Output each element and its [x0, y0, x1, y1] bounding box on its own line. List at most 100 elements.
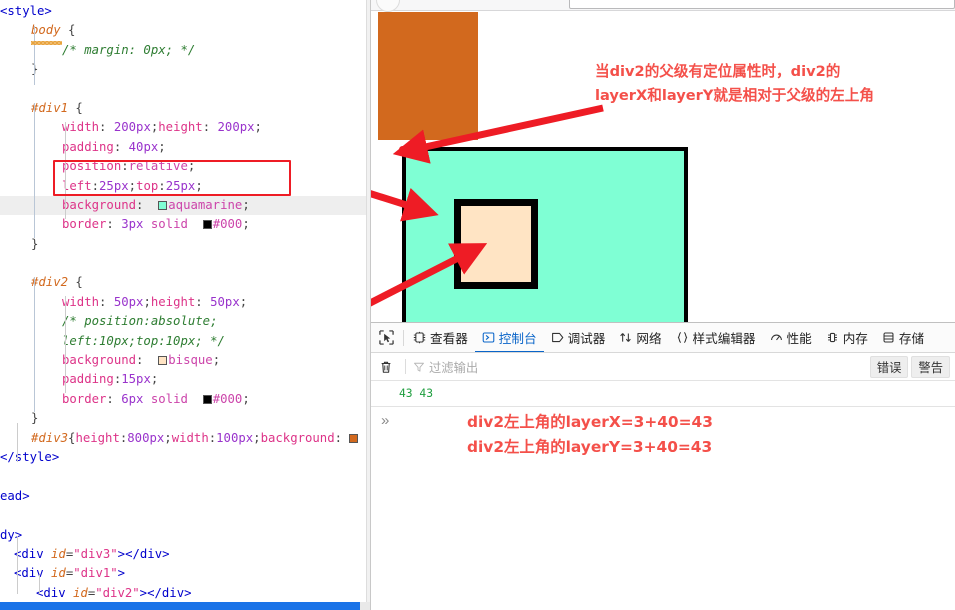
code-line: background: bisque; — [0, 351, 370, 370]
tab-debugger[interactable]: 调试器 — [544, 323, 613, 352]
code-token: <style> — [0, 4, 52, 18]
code-token: position — [62, 159, 122, 174]
code-token: <div — [36, 585, 74, 600]
code-token: : — [158, 178, 166, 193]
tab-storage-label: 存储 — [898, 332, 925, 346]
account-avatar-icon[interactable] — [376, 0, 400, 12]
code-line: /* position:absolute; — [0, 312, 370, 331]
element-picker-icon[interactable] — [371, 323, 401, 352]
console-toolbar: 过滤输出 错误 警告 — [371, 353, 955, 381]
code-line: dy> — [0, 526, 370, 545]
code-token: 50px — [113, 294, 144, 309]
code-token: bisque — [168, 353, 213, 368]
code-line: position:relative; — [0, 157, 370, 176]
code-token: height — [158, 120, 203, 135]
code-text-area[interactable]: <style> body {/* margin: 0px; */} #div1 {… — [0, 0, 370, 610]
warnings-filter-button[interactable]: 警告 — [911, 355, 950, 378]
tab-performance[interactable]: 性能 — [763, 323, 819, 352]
indent-guide — [39, 575, 40, 594]
code-token: { — [60, 23, 76, 38]
console-prompt-chevron-icon: » — [381, 411, 390, 429]
code-line: background: aquamarine; — [0, 195, 370, 216]
code-line: width: 50px;height: 50px; — [0, 293, 370, 312]
code-token: solid — [150, 217, 188, 232]
code-line: border: 6px solid #000; — [0, 390, 370, 409]
code-token: relative — [128, 159, 188, 174]
indent-guide — [34, 103, 35, 238]
console-icon — [482, 331, 495, 344]
code-token: : — [99, 294, 114, 309]
tab-storage[interactable]: 存储 — [875, 323, 931, 352]
annotation-top-text: 当div2的父级有定位属性时，div2的 layerX和layerY就是相对于父… — [595, 60, 874, 108]
code-line: left:25px;top:25px; — [0, 177, 370, 196]
code-token: ; — [253, 430, 261, 445]
filter-placeholder-text: 过滤输出 — [429, 360, 479, 375]
tab-console[interactable]: 控制台 — [475, 323, 544, 352]
code-token: border — [62, 217, 107, 232]
code-token: background — [62, 197, 137, 212]
code-line: } — [0, 409, 370, 428]
code-token: solid — [150, 391, 188, 406]
origin-marker-dot — [399, 146, 406, 153]
color-swatch-icon — [158, 200, 168, 210]
code-line: <div id="div3"></div> — [0, 545, 370, 564]
code-token: ></div> — [117, 546, 170, 561]
tab-network[interactable]: 网络 — [612, 323, 668, 352]
code-line: left:10px;top:10px; */ — [0, 332, 370, 351]
code-token: 200px — [113, 120, 151, 135]
code-token: <div — [14, 566, 52, 581]
code-token: width — [171, 430, 209, 445]
div3-box — [378, 12, 478, 140]
code-token: ; — [128, 178, 137, 193]
code-token: 25px — [99, 178, 129, 193]
devtools-tabbar: 查看器 控制台 调试器 网络 样式编辑器 性能 内存 存储 — [371, 323, 955, 353]
code-token: : — [136, 353, 159, 368]
code-token: 3px — [121, 217, 144, 232]
code-line: ead> — [0, 487, 370, 506]
code-token: /* margin: 0px; */ — [62, 42, 196, 57]
code-line: <div id="div1"> — [0, 564, 370, 583]
code-token: ; — [212, 353, 221, 368]
div2-box — [454, 199, 538, 289]
code-token: #div3 — [31, 430, 69, 445]
scrollbar-thumb[interactable] — [0, 602, 360, 610]
tab-memory[interactable]: 内存 — [819, 323, 875, 352]
code-token: ; — [187, 159, 196, 174]
filter-output-input[interactable]: 过滤输出 — [410, 358, 478, 376]
code-token: : — [113, 139, 129, 154]
tab-style-editor-label: 样式编辑器 — [692, 332, 756, 346]
performance-icon — [770, 331, 783, 344]
editor-horizontal-scrollbar[interactable] — [0, 602, 370, 610]
code-token: #000 — [212, 217, 243, 232]
errors-filter-button[interactable]: 错误 — [869, 355, 909, 378]
code-token: id — [51, 566, 66, 581]
code-token: > — [117, 566, 126, 581]
tab-style-editor[interactable]: 样式编辑器 — [669, 323, 763, 352]
code-token: ; — [164, 430, 172, 445]
annotation-bottom-text: div2左上角的layerX=3+40=43 div2左上角的layerY=3+… — [467, 410, 713, 459]
code-token: 15px — [121, 372, 151, 387]
code-token: ; — [239, 294, 248, 309]
code-token: ></div> — [139, 585, 192, 600]
code-line: } — [0, 235, 370, 254]
code-line: #div3{height:800px;width:100px;backgroun… — [0, 429, 370, 448]
code-token: : — [195, 294, 211, 309]
code-token: /* position:absolute; — [62, 314, 218, 329]
code-line: border: 3px solid #000; — [0, 215, 370, 234]
code-token: left — [62, 178, 92, 193]
clear-console-button[interactable] — [371, 360, 401, 374]
code-token: </style> — [0, 449, 60, 464]
address-bar[interactable] — [569, 0, 955, 9]
tab-inspector[interactable]: 查看器 — [406, 323, 475, 352]
code-token: { — [68, 275, 83, 290]
code-token: "div3" — [73, 546, 118, 561]
code-editor-pane[interactable]: <style> body {/* margin: 0px; */} #div1 {… — [0, 0, 371, 610]
editor-vertical-scrollbar[interactable] — [366, 0, 370, 610]
indent-guide — [65, 122, 66, 219]
code-token: #div2 — [31, 275, 69, 290]
code-line: body { — [0, 21, 370, 40]
